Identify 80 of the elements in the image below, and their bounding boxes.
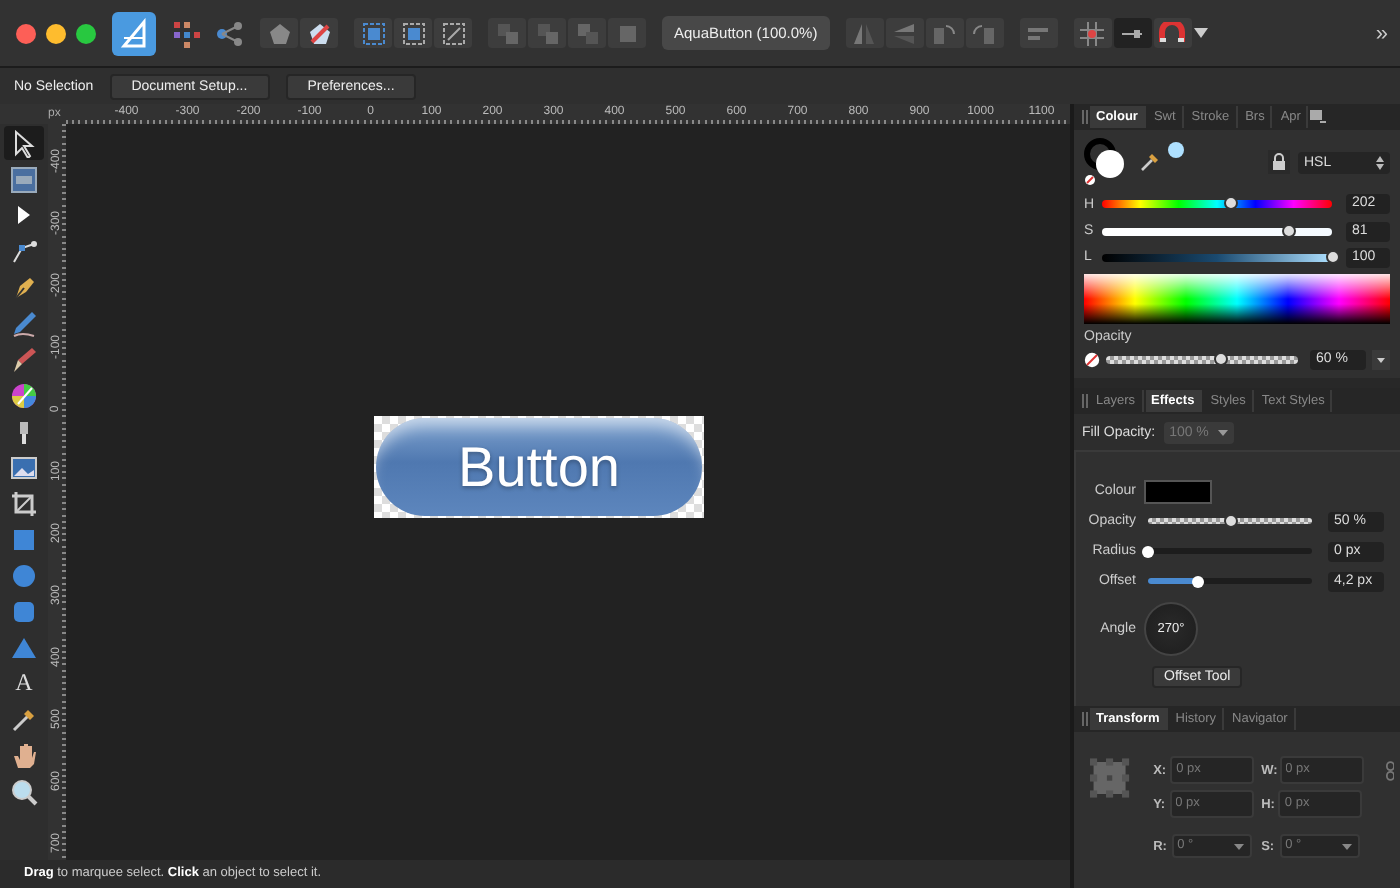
shape-edit-icon (307, 21, 331, 45)
text-tool[interactable]: A (4, 666, 44, 700)
frame-icon (10, 165, 38, 193)
node-icon (10, 237, 38, 265)
snapping-button[interactable] (1153, 18, 1192, 48)
square-select-button[interactable] (394, 18, 432, 48)
square-select-icon (401, 21, 425, 45)
square-icon (10, 525, 38, 553)
flip-vertical-button[interactable] (885, 18, 924, 48)
flip-horizontal-icon (852, 21, 877, 45)
updown-icon (1376, 155, 1384, 170)
caret-icon (1233, 843, 1244, 849)
crop-icon (10, 489, 38, 517)
colour-swatch[interactable] (1168, 142, 1184, 158)
drag-handle-icon (1082, 110, 1088, 124)
rounded-square-icon (10, 597, 38, 625)
flip-vertical-icon (892, 21, 917, 45)
slider-handle[interactable] (1142, 545, 1154, 557)
brush-icon (10, 345, 38, 373)
node-select-button[interactable] (434, 18, 472, 48)
grid-icon (1080, 21, 1105, 45)
shape-edit-button[interactable] (300, 18, 338, 48)
magnet-icon (1158, 21, 1187, 45)
node-select-icon (441, 21, 465, 45)
snap-grid-button[interactable] (1073, 18, 1112, 48)
opacity-slider[interactable] (1106, 356, 1298, 365)
hue-slider[interactable] (1102, 200, 1332, 209)
colour-wheel-icon (10, 381, 38, 409)
arrange-front-icon (615, 21, 639, 45)
pixel-persona-icon[interactable] (172, 19, 200, 47)
colour-well[interactable] (1144, 479, 1212, 503)
caret-icon (1218, 429, 1229, 435)
window-zoom-icon[interactable] (76, 23, 96, 43)
triangle-icon (10, 633, 38, 661)
caret-icon (1341, 843, 1352, 849)
pen-icon (10, 273, 38, 301)
grid-select-button[interactable] (354, 18, 392, 48)
slider-handle[interactable] (1223, 196, 1238, 211)
eyedropper-icon (10, 705, 38, 733)
effect-slider[interactable] (1148, 578, 1312, 584)
drag-handle-icon (1082, 712, 1088, 726)
drag-handle-icon (1082, 394, 1088, 408)
slider-handle[interactable] (1281, 223, 1296, 237)
align-button[interactable] (1019, 18, 1058, 48)
slider-handle[interactable] (1214, 352, 1229, 367)
share-icon[interactable] (216, 19, 244, 47)
circle-icon (10, 561, 38, 589)
window-close-icon[interactable] (16, 23, 36, 43)
flip-horizontal-button[interactable] (845, 18, 884, 48)
image-icon (10, 453, 38, 481)
hand-icon (10, 741, 38, 769)
saturation-slider[interactable] (1102, 227, 1332, 235)
designer-persona-icon[interactable] (112, 11, 156, 55)
snap-guides-button[interactable] (1113, 18, 1152, 48)
colour-spectrum[interactable] (1084, 274, 1390, 325)
pointer-icon (10, 129, 38, 157)
overflow-button[interactable]: » (1375, 21, 1388, 45)
lock-icon[interactable] (1266, 150, 1290, 175)
pencil-icon (10, 309, 38, 337)
eyedropper-icon[interactable] (1140, 152, 1160, 173)
effect-slider[interactable] (1148, 518, 1312, 524)
pointer-tool[interactable] (4, 126, 44, 160)
caret-icon[interactable] (1193, 28, 1208, 38)
arrange-back-icon (495, 21, 519, 45)
slider-handle[interactable] (1223, 514, 1237, 528)
zoom-icon (10, 777, 38, 805)
no-colour-icon[interactable] (1084, 352, 1100, 369)
pentagon-icon (267, 21, 291, 45)
grid-select-icon (361, 21, 385, 45)
rotate-right-icon (972, 21, 997, 45)
dropdown-icon[interactable] (1372, 350, 1390, 371)
button-artwork: Button (376, 418, 702, 516)
window-minimize-icon[interactable] (46, 23, 66, 43)
rotate-left-icon (932, 21, 957, 45)
link-icon[interactable] (1385, 760, 1394, 782)
arrange-backward-icon (535, 21, 559, 45)
slider-handle[interactable] (1325, 249, 1339, 264)
slider-handle[interactable] (1192, 575, 1205, 587)
arrange-forward-icon (575, 21, 599, 45)
panel-menu-icon[interactable] (1310, 110, 1327, 124)
